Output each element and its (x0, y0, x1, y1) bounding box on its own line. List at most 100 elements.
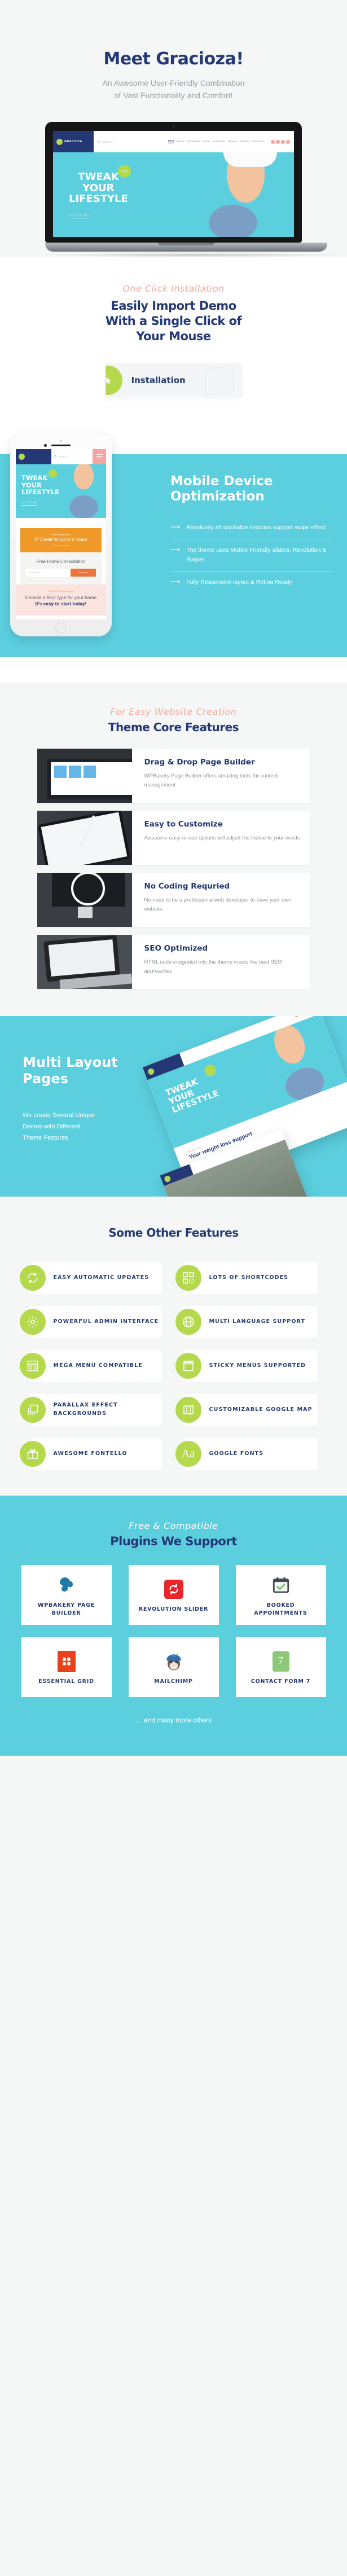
core-features-section: For Easy Website Creation Theme Core Fea… (0, 683, 347, 1016)
core-feature-title: No Coding Requried (144, 882, 230, 891)
mobile-optimization-content: Mobile Device Optimization ⟶ Absolutely … (170, 474, 334, 593)
seo-thumbnail (37, 935, 132, 989)
demo-site-nav-middle: SEARCH MAIN ABOUT PROGRAMS BLOG NUTRITIO… (94, 131, 294, 152)
feature-card-customizable-google-map[interactable]: CUSTOMIZABLE GOOGLE MAP (175, 1394, 318, 1426)
plugin-card-essential-grid[interactable]: ESSENTIAL GRID (21, 1637, 112, 1697)
phone-mockup: GRACIOZA SEARCH TWEAK YOUR LIFESTYLE LET… (10, 433, 112, 636)
core-features-heading: Theme Core Features (108, 720, 239, 734)
logo-mark-icon (56, 138, 63, 145)
feature-label: LOTS OF SHORTCODES (209, 1274, 289, 1281)
mobile-optimization-section: GRACIOZA SEARCH TWEAK YOUR LIFESTYLE LET… (0, 429, 347, 683)
layout-logo-text: GRACIOZA (155, 1061, 173, 1071)
no-coding-thumbnail (37, 873, 132, 927)
demo-nav-item-nutrition: NUTRITION (212, 140, 226, 143)
demo-nav-item-main: MAIN (168, 140, 174, 144)
demo-search-field: SEARCH (98, 140, 114, 143)
feature-label: PARALLAX EFFECT BACKGROUNDS (53, 1402, 118, 1417)
plugin-card-wpbakery-page-builder[interactable]: WPBAKERY PAGE BUILDER (21, 1565, 112, 1625)
revolution-slider-logo-icon (164, 1576, 183, 1602)
laptop-base (45, 243, 327, 252)
feature-card-awesome-fontello[interactable]: AWESOME FONTELLO (19, 1438, 162, 1470)
phone-hero-slide: TWEAK YOUR LIFESTYLE LET'S START (16, 464, 106, 518)
phone-sensor-icon (44, 444, 47, 447)
phone-promo-title: 0° Credit for Up to 4 Years (34, 537, 87, 542)
phone-form-row: Enter Phone Submit Info (26, 569, 96, 577)
phone-logo: GRACIOZA (16, 449, 51, 464)
core-feature-desc: WPBakery Page Builder offers amazing too… (144, 772, 278, 788)
hero-subtitle-line-2: of Vast Functionality and Comfort! (114, 90, 233, 100)
demo-social-icons (271, 139, 290, 144)
calendar-check-icon (271, 1572, 291, 1598)
plugins-grid: WPBAKERY PAGE BUILDER REVOLUTION SLIDER (21, 1565, 326, 1697)
map-icon (175, 1397, 201, 1423)
landing-page: Meet Gracioza! An Awesome User-Friendly … (0, 0, 347, 1756)
plugin-card-mailchimp[interactable]: MAILCHIMP (128, 1637, 219, 1697)
plugin-card-contact-form-7[interactable]: 7 CONTACT FORM 7 (235, 1637, 326, 1697)
feature-card-lots-of-shortcodes[interactable]: LOTS OF SHORTCODES (175, 1262, 318, 1294)
plugin-label: CONTACT FORM 7 (251, 1678, 311, 1685)
plugins-eyebrow: Free & Compatible (129, 1520, 218, 1531)
essential-grid-logo-icon (57, 1649, 76, 1674)
installation-eyebrow: One Click Installation (122, 283, 225, 294)
feature-label: MEGA MENU COMPATIBLE (53, 1362, 143, 1369)
arrow-right-icon: ⟶ (170, 523, 181, 531)
installation-section: One Click Installation Easily Import Dem… (0, 257, 347, 429)
gift-icon (19, 1441, 46, 1467)
list-item: ⟶ Fully Responsive layout & Retina Ready (170, 570, 334, 594)
core-feature-body: No Coding Requried No need to be a profe… (132, 873, 310, 927)
feature-card-mega-menu-compatible[interactable]: MEGA MENU COMPATIBLE (19, 1350, 162, 1382)
plugin-label: REVOLUTION SLIDER (138, 1606, 209, 1612)
phone-hero-headline: TWEAK YOUR LIFESTYLE (21, 474, 59, 496)
demo-nav-links: MAIN ABOUT PROGRAMS BLOG NUTRITION HEALT… (168, 139, 290, 144)
multi-layout-section: Multi Layout Pages We create Several Uni… (0, 1016, 347, 1197)
feature-card-powerful-admin-interface[interactable]: POWERFUL ADMIN INTERFACE (19, 1306, 162, 1338)
demo-nav-item-blog: BLOG (203, 140, 210, 143)
demo-hero-headline: TWEAK YOUR LIFESTYLE (69, 172, 128, 205)
feature-card-parallax-effect-backgrounds[interactable]: PARALLAX EFFECT BACKGROUNDS (19, 1394, 162, 1426)
gear-icon (19, 1309, 46, 1335)
phone-search-icon (54, 455, 56, 458)
mobile-feature-list: ⟶ Absolutely all scrollable sections sup… (170, 517, 334, 593)
core-feature-title: SEO Optimized (144, 944, 208, 953)
contact-form-7-icon: 7 (272, 1649, 289, 1674)
phone-search-placeholder: SEARCH (59, 455, 69, 458)
mobile-bullet-text: Absolutely all scrollable sections suppo… (186, 524, 326, 531)
phone-logo-text: GRACIOZA (27, 455, 45, 459)
drag-drop-thumbnail (37, 749, 132, 803)
core-feature-desc: No need to be a professional web develop… (144, 896, 292, 912)
layers-icon (19, 1397, 46, 1423)
phone-promo-banner: Have the one you love 0° Credit for Up t… (20, 528, 102, 552)
laptop-viewport: GRACIOZA SEARCH MAIN ABOUT PROGRAMS BLOG… (53, 131, 294, 238)
demo-nav-item-about: ABOUT (177, 140, 185, 143)
core-feature-body: Drag & Drop Page Builder WPBakery Page B… (132, 749, 310, 803)
core-feature-body: Easy to Customize Awesome easy-to-use op… (132, 811, 310, 865)
plugin-card-revolution-slider[interactable]: REVOLUTION SLIDER (128, 1565, 219, 1625)
core-feature-title: Drag & Drop Page Builder (144, 758, 255, 767)
phone-camera-icon (60, 440, 62, 442)
phone-search-area: SEARCH (51, 449, 93, 464)
feature-card-google-fonts[interactable]: Aa GOOGLE FONTS (175, 1438, 318, 1470)
feature-card-sticky-menus-supported[interactable]: STICKY MENUS SUPPORTED (175, 1350, 318, 1382)
feature-label: POWERFUL ADMIN INTERFACE (53, 1318, 159, 1325)
phone-promo-link: View All Products (52, 544, 69, 547)
feature-card-easy-automatic-updates[interactable]: EASY AUTOMATIC UPDATES (19, 1262, 162, 1294)
installation-heading-line-3: Your Mouse (136, 329, 211, 344)
core-feature-body: SEO Optimized HTML code integrated into … (132, 935, 310, 989)
widget-tiles-icon (54, 766, 96, 778)
mobile-bullet-text: The theme uses Mobile Friendly sliders: … (186, 547, 327, 563)
installation-heading: Easily Import Demo With a Single Click o… (0, 298, 347, 344)
other-features-grid: EASY AUTOMATIC UPDATES LOTS OF SHORTCODE… (19, 1262, 318, 1470)
hero-section: Meet Gracioza! An Awesome User-Friendly … (0, 0, 347, 258)
grid-icon (175, 1265, 201, 1291)
demo-hero-photo (167, 152, 294, 238)
multi-layout-artwork: GRACIOZA TWEAK YOUR LIFESTYLE Welcome Th… (121, 1016, 347, 1197)
social-icon-2 (276, 139, 280, 144)
plugin-label: BOOKED APPOINTMENTS (254, 1602, 308, 1616)
core-features-list: Drag & Drop Page Builder WPBakery Page B… (37, 749, 310, 989)
list-item: SEO Optimized HTML code integrated into … (37, 935, 310, 989)
arrow-right-icon: ⟶ (170, 546, 181, 554)
list-item: Drag & Drop Page Builder WPBakery Page B… (37, 749, 310, 803)
plugin-card-booked-appointments[interactable]: BOOKED APPOINTMENTS (235, 1565, 326, 1625)
feature-card-multi-language-support[interactable]: MULTI LANGUAGE SUPPORT (175, 1306, 318, 1338)
installation-card[interactable]: Installation (105, 363, 242, 397)
